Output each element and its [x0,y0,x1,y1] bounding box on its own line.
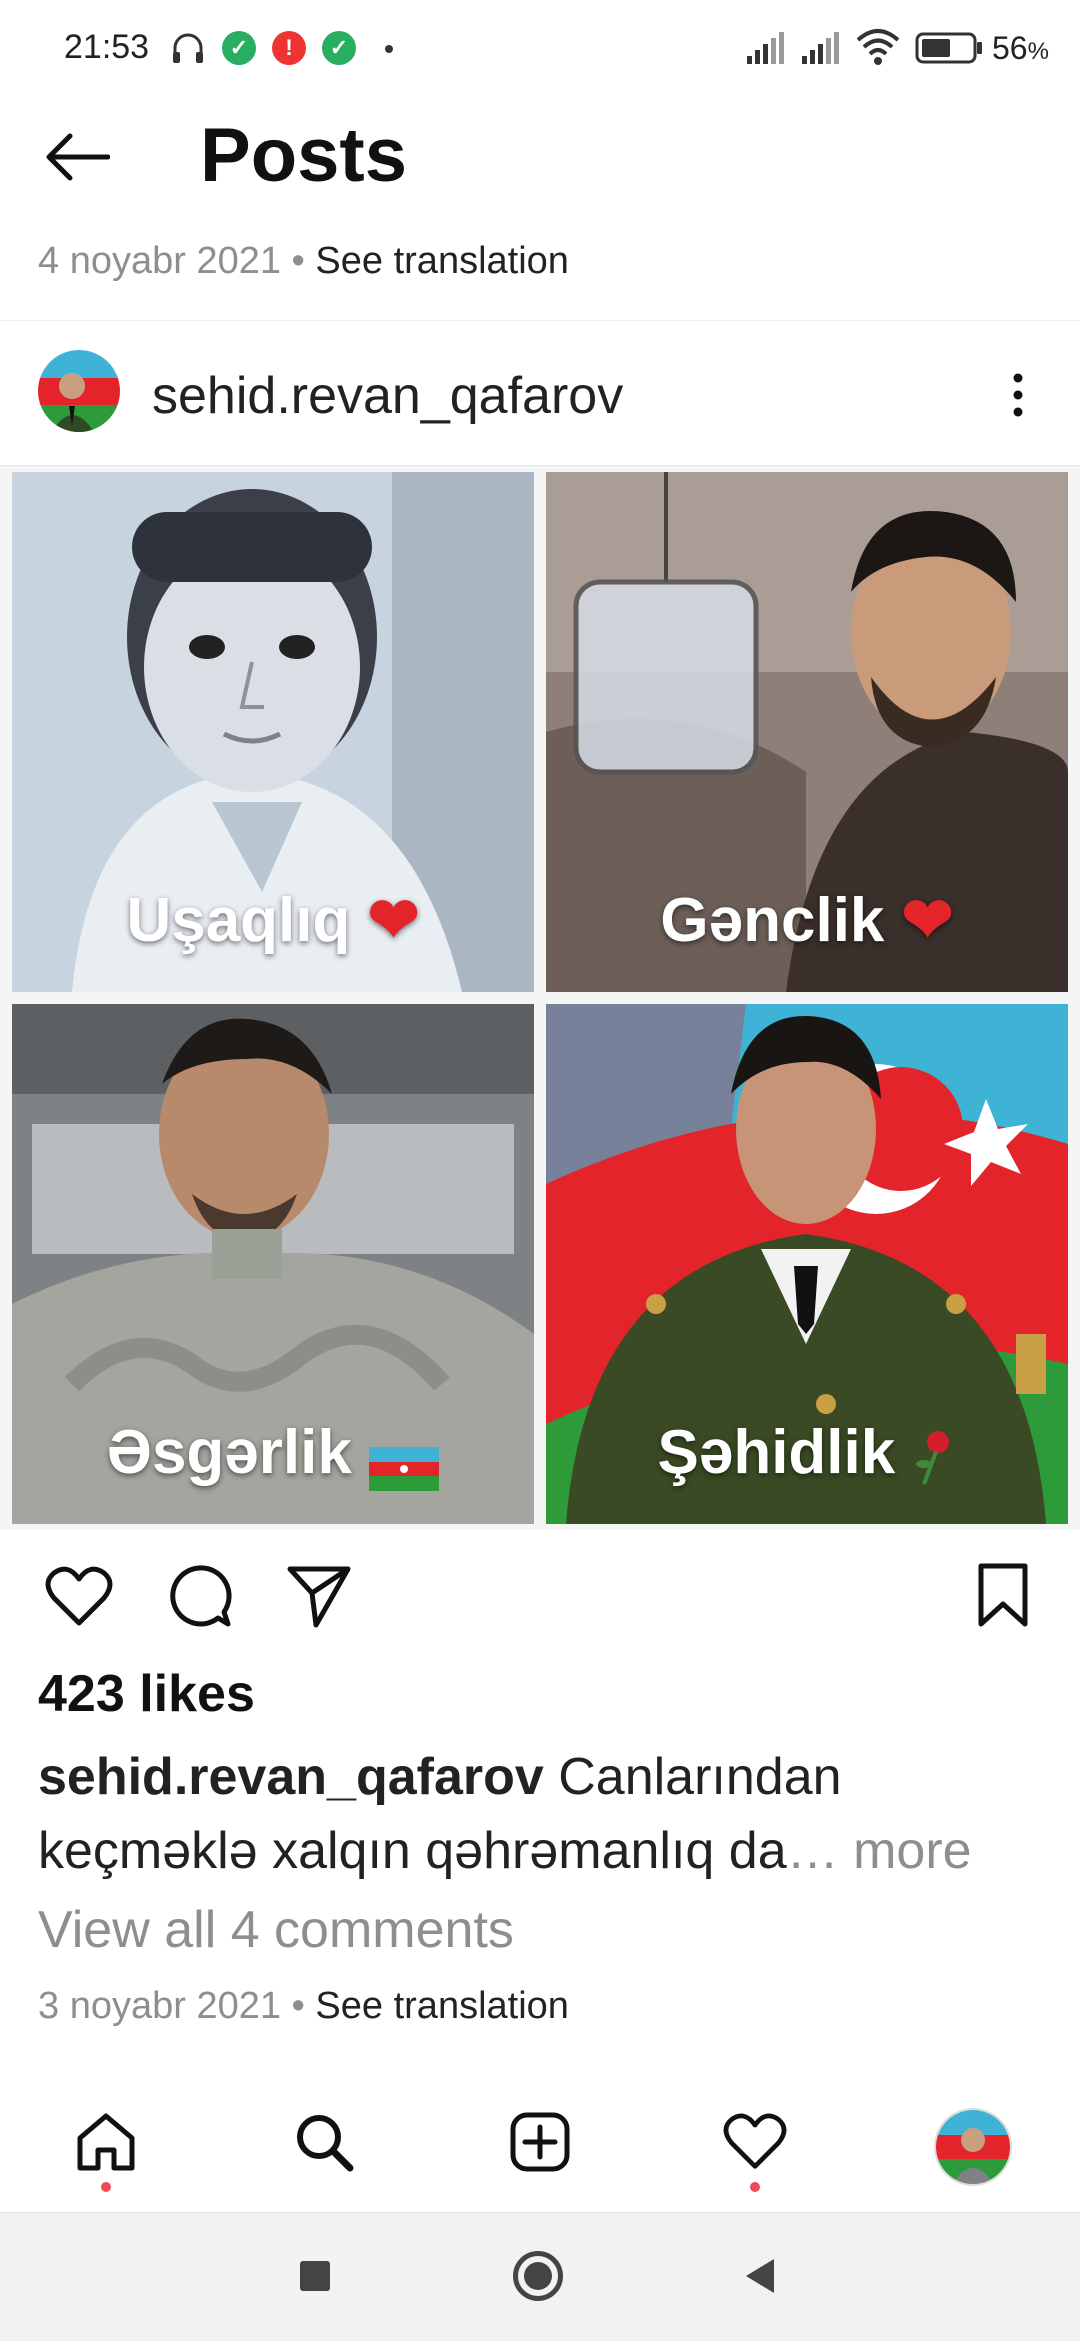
bottom-navigation [0,2080,1080,2210]
battery-percent: 56% [992,30,1049,66]
home-button-icon[interactable] [513,2251,563,2301]
signal-icon [747,32,784,64]
post-image-collage[interactable]: Uşaqlıq ❤ Gənclik ❤ Əsgərlik Şəhidlik [0,468,1080,1530]
photo-caption: Əsgərlik [12,1417,534,1491]
status-bar: 21:53 ✓ ! ✓ 56% [0,0,1080,100]
back-triangle-icon[interactable] [742,2257,778,2295]
recents-icon[interactable] [300,2261,330,2291]
home-notification-dot [101,2182,111,2192]
view-comments-link[interactable]: View all 4 comments [38,1900,514,1960]
page-title: Posts [200,113,407,198]
photo-military: Əsgərlik [12,1004,534,1524]
caption-username[interactable]: sehid.revan_qafarov [38,1748,544,1806]
check-badge-icon: ✓ [222,31,256,65]
system-navigation-bar [0,2212,1080,2341]
home-icon[interactable] [74,2110,138,2174]
activity-heart-icon[interactable] [722,2112,788,2172]
like-heart-icon[interactable] [44,1565,114,1629]
signal-icon [802,32,839,64]
photo-caption: Şəhidlik [546,1417,1068,1488]
status-time: 21:53 [64,28,150,66]
new-post-icon[interactable] [508,2110,572,2174]
check-badge-icon: ✓ [322,31,356,65]
share-send-icon[interactable] [286,1563,352,1629]
post-caption[interactable]: sehid.revan_qafarov Canlarından keçməklə… [38,1740,1048,1888]
post-timestamp-line: 3 noyabr 2021 • See translation [38,1985,569,2027]
dot-icon [385,45,393,53]
activity-notification-dot [750,2182,760,2192]
post-date: 4 noyabr 2021 [38,240,281,282]
profile-avatar[interactable] [934,2108,1012,2186]
azerbaijan-flag-icon [369,1435,440,1491]
photo-caption: Uşaqlıq ❤ [126,886,420,955]
more-vertical-icon[interactable] [1010,372,1026,418]
author-avatar[interactable] [38,350,120,432]
post-timestamp: 3 noyabr 2021 [38,1985,281,2027]
photo-caption: Gənclik ❤ [660,886,954,955]
like-count[interactable]: 423 likes [38,1664,255,1724]
rose-icon [912,1428,956,1486]
headphones-icon [173,33,203,63]
alert-badge-icon: ! [272,31,306,65]
see-translation-link[interactable]: See translation [315,240,569,282]
author-username[interactable]: sehid.revan_qafarov [152,366,623,426]
wifi-icon [856,29,900,65]
battery-icon [915,32,982,64]
caption-more-link[interactable]: … more [787,1822,972,1880]
photo-martyrdom: Şəhidlik [546,1004,1068,1524]
back-arrow-icon[interactable] [44,132,110,182]
post-date-line: 4 noyabr 2021 • See translation [38,240,569,282]
bookmark-icon[interactable] [976,1562,1030,1628]
see-translation-link[interactable]: See translation [315,1985,569,2027]
photo-childhood: Uşaqlıq ❤ [12,472,534,992]
search-icon[interactable] [292,2110,356,2174]
comment-icon[interactable] [166,1563,232,1629]
photo-youth: Gənclik ❤ [546,472,1068,992]
